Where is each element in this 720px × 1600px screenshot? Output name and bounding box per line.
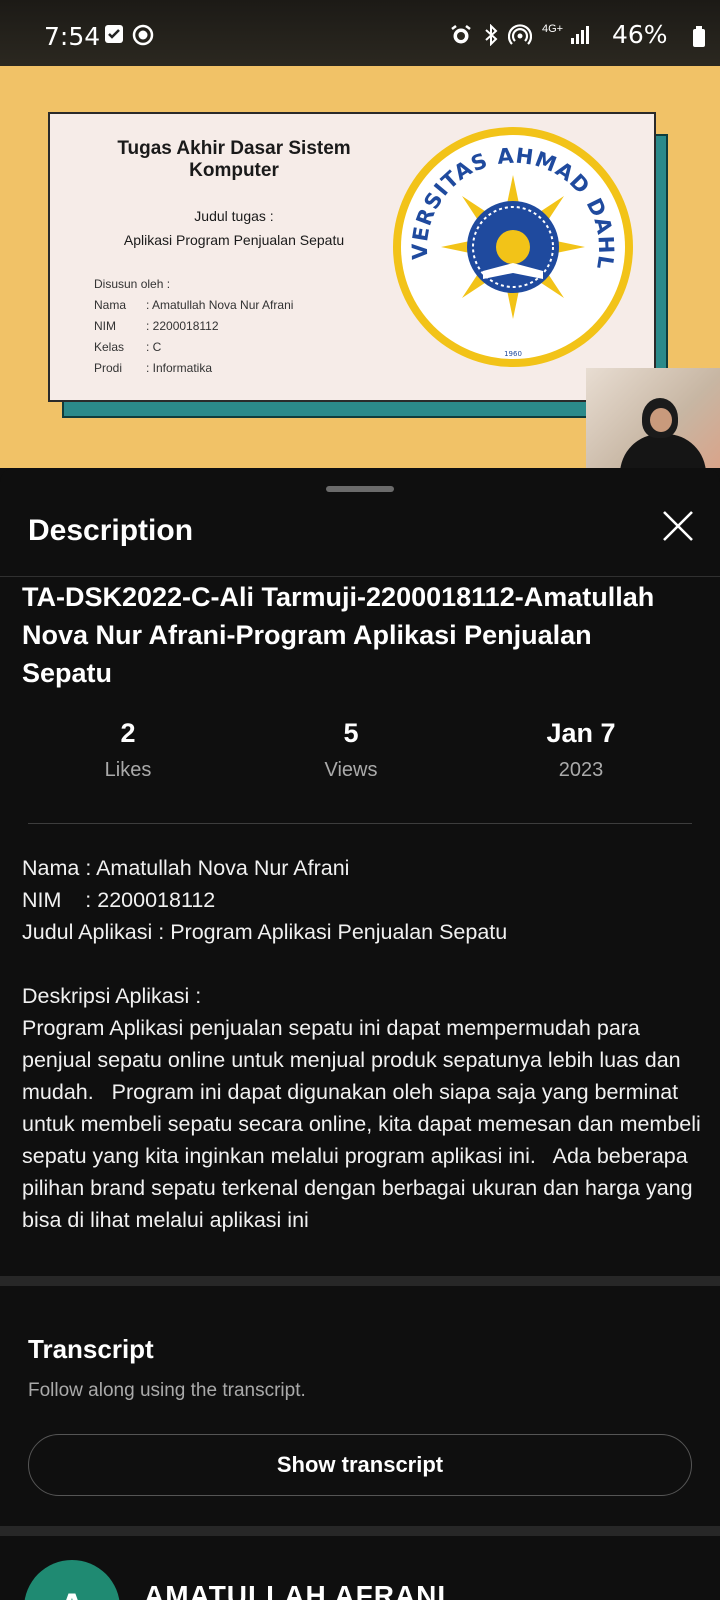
hotspot-icon [507, 24, 533, 46]
webcam-overlay [586, 368, 720, 468]
transcript-subtitle: Follow along using the transcript. [28, 1380, 306, 1401]
close-icon [663, 511, 693, 541]
webcam-person-body [620, 434, 706, 468]
network-type: 4G+ [542, 23, 564, 35]
close-button[interactable] [656, 504, 700, 548]
slide-card: Tugas Akhir Dasar Sistem Komputer Judul … [48, 112, 656, 402]
slide-info-key: Prodi [94, 361, 123, 375]
likes-label: Likes [104, 759, 152, 781]
signal-icon [570, 24, 592, 46]
drag-handle[interactable] [326, 486, 394, 492]
views-count: 5 [343, 718, 359, 748]
slide-info-value: : 2200018112 [146, 319, 219, 333]
record-icon [132, 24, 154, 46]
alarm-icon [450, 24, 472, 46]
status-time: 7:54 [44, 22, 101, 51]
description-text: Nama : Amatullah Nova Nur Afrani NIM : 2… [22, 856, 701, 1232]
status-bar: 7:54 4G+ 46% [0, 0, 720, 66]
video-player[interactable]: Tugas Akhir Dasar Sistem Komputer Judul … [0, 66, 720, 468]
upload-year: 2023 [558, 759, 604, 781]
logo-year: 1960 [504, 350, 522, 358]
description-sheet: Description TA-DSK2022-C-Ali Tarmuji-220… [0, 468, 720, 1600]
slide-info-key: NIM [94, 319, 116, 333]
likes-count: 2 [120, 718, 136, 748]
stat-likes: 2 Likes [28, 718, 228, 782]
slide-info-value: : C [146, 340, 162, 354]
slide-title: Tugas Akhir Dasar Sistem Komputer [117, 138, 351, 181]
slide-info-heading: Disusun oleh : [94, 277, 171, 291]
webcam-person-face [650, 408, 672, 432]
bluetooth-icon [482, 23, 500, 47]
battery-percent: 46% [612, 20, 668, 49]
slide-info-value: : Amatullah Nova Nur Afrani [146, 298, 294, 312]
slide-info: Disusun oleh : Nama : Amatullah Nova Nur … [94, 274, 293, 379]
sheet-title: Description [28, 514, 194, 547]
stat-views: 5 Views [251, 718, 451, 782]
divider [0, 576, 720, 577]
stat-date: Jan 7 2023 [481, 718, 681, 782]
battery-icon [692, 26, 706, 48]
divider [28, 823, 692, 824]
slide-info-value: : Informatika [146, 361, 213, 375]
slide-subtitle-value: Aplikasi Program Penjualan Sepatu [123, 232, 345, 248]
views-label: Views [324, 759, 378, 781]
slide-subtitle-label: Judul tugas : [194, 208, 274, 224]
transcript-title: Transcript [28, 1334, 154, 1364]
slide-info-key: Nama [94, 298, 127, 312]
video-title: TA-DSK2022-C-Ali Tarmuji-2200018112-Amat… [22, 582, 655, 688]
section-separator [0, 1276, 720, 1286]
section-separator [0, 1526, 720, 1536]
university-logo-icon: UNIVERSITAS AHMAD DAHLAN 1960 [390, 124, 633, 367]
channel-avatar[interactable]: A [24, 1560, 120, 1600]
video-stats: 2 Likes 5 Views Jan 7 2023 [0, 718, 720, 798]
notification-check-icon [104, 24, 124, 46]
channel-name[interactable]: AMATULLAH AFRANI [144, 1580, 446, 1600]
upload-date: Jan 7 [546, 718, 616, 748]
slide-subtitle: Judul tugas : Aplikasi Program Penjualan… [100, 204, 368, 252]
slide-info-key: Kelas [94, 340, 125, 354]
show-transcript-button[interactable]: Show transcript [28, 1434, 692, 1496]
